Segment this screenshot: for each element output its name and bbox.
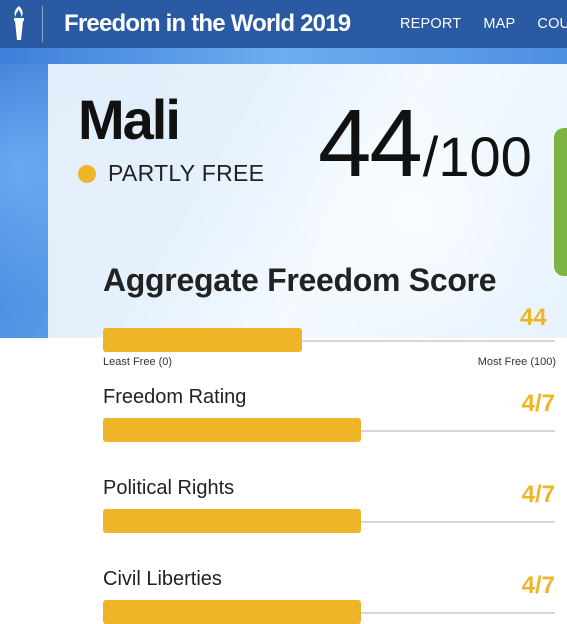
nav-countries[interactable]: COU — [537, 16, 567, 32]
map-panel-edge[interactable] — [554, 128, 567, 276]
aggregate-bar — [103, 328, 302, 352]
civil-liberties-bar — [103, 600, 361, 624]
status-dot-icon — [78, 164, 96, 183]
nav-map[interactable]: MAP — [483, 16, 515, 32]
total-score-max: /100 — [422, 125, 532, 188]
torch-icon[interactable] — [4, 0, 34, 48]
main-nav: REPORT MAP COU — [400, 16, 567, 32]
scale-max-label: Most Free (100) — [477, 356, 556, 368]
status-label: PARTLY FREE — [108, 160, 265, 186]
freedom-rating-label: Freedom Rating — [103, 386, 247, 408]
nav-report[interactable]: REPORT — [400, 16, 461, 32]
scale-min-label: Least Free (0) — [103, 356, 173, 368]
freedom-rating-bar — [103, 418, 361, 442]
aggregate-title: Aggregate Freedom Score — [103, 262, 497, 298]
status-badge: PARTLY FREE — [78, 160, 264, 187]
total-score: 44/100 — [318, 96, 532, 192]
header-divider — [42, 6, 43, 42]
country-name: Mali — [78, 88, 181, 151]
political-rights-bar — [103, 509, 361, 533]
site-title[interactable]: Freedom in the World 2019 — [64, 10, 351, 38]
political-rights-label: Political Rights — [103, 477, 235, 499]
total-score-value: 44 — [318, 90, 423, 197]
political-rights-value: 4/7 — [521, 481, 555, 508]
civil-liberties-label: Civil Liberties — [103, 568, 222, 590]
aggregate-value: 44 — [520, 304, 547, 331]
freedom-rating-value: 4/7 — [521, 390, 555, 417]
civil-liberties-value: 4/7 — [521, 572, 555, 599]
site-header: Freedom in the World 2019 REPORT MAP COU — [0, 0, 567, 48]
